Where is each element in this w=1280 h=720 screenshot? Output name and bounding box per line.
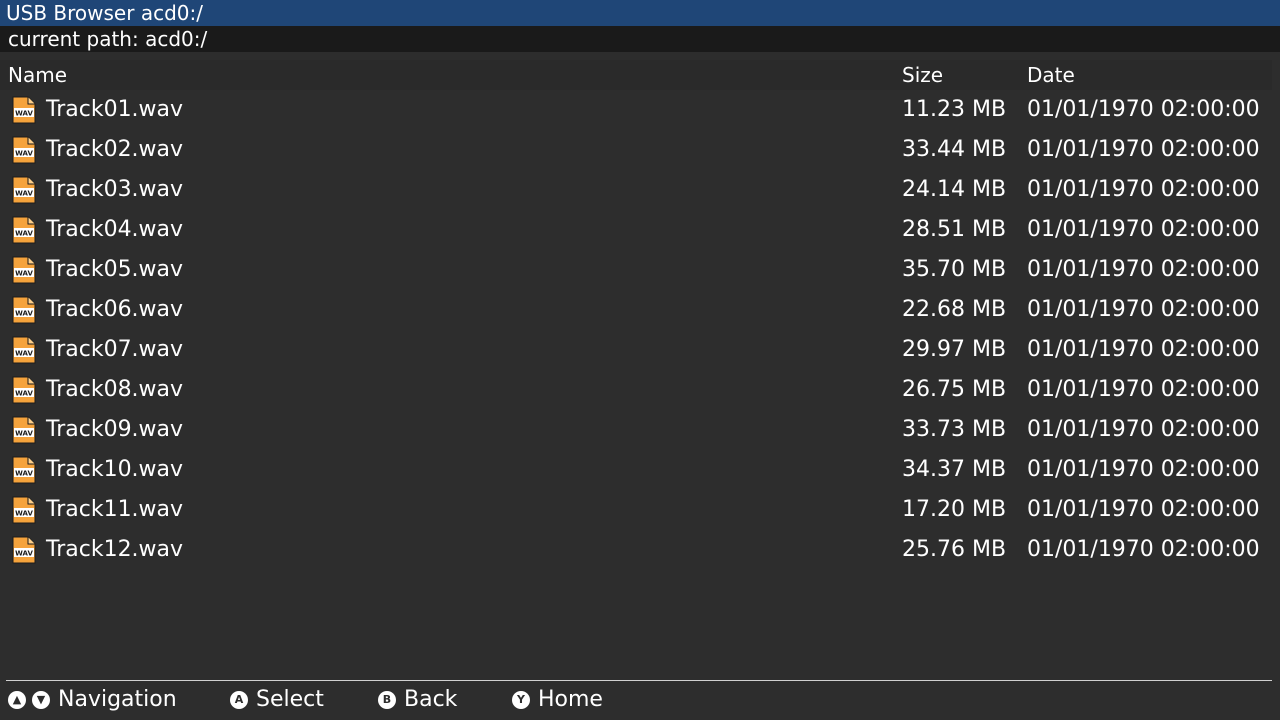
usb-browser-window: USB Browser acd0:/ current path: acd0:/ … [0,0,1280,720]
wav-file-icon: WAV [11,336,37,364]
file-row[interactable]: WAV Track04.wav 28.51 MB 01/01/1970 02:00:0… [0,210,1280,250]
hint-back[interactable]: B Back [378,683,457,717]
file-name: Track09.wav [46,417,184,442]
wav-file-icon: WAV [11,216,37,244]
column-header-name[interactable]: Name [8,60,67,90]
file-size: 33.44 MB [902,137,1007,162]
svg-text:WAV: WAV [15,390,33,398]
footer-divider [6,680,1272,681]
svg-text:WAV: WAV [15,470,33,478]
wav-file-icon: WAV [11,496,37,524]
file-row[interactable]: WAV Track12.wav 25.76 MB 01/01/1970 02:00:0… [0,530,1280,570]
dpad-up-icon: ▲ [8,691,26,709]
window-title: USB Browser acd0:/ [0,0,1280,26]
file-name: Track06.wav [46,297,184,322]
column-header-size[interactable]: Size [902,60,943,90]
file-date: 01/01/1970 02:00:00 [1027,537,1260,562]
svg-text:WAV: WAV [15,350,33,358]
hint-home-label: Home [538,687,603,712]
file-row[interactable]: WAV Track02.wav 33.44 MB 01/01/1970 02:00:0… [0,130,1280,170]
file-date: 01/01/1970 02:00:00 [1027,177,1260,202]
file-size: 33.73 MB [902,417,1007,442]
file-size: 26.75 MB [902,377,1007,402]
file-size: 11.23 MB [902,97,1007,122]
svg-text:WAV: WAV [15,510,33,518]
table-header: Name Size Date [0,60,1272,90]
file-name: Track08.wav [46,377,184,402]
wav-file-icon: WAV [11,296,37,324]
file-size: 34.37 MB [902,457,1007,482]
wav-file-icon: WAV [11,136,37,164]
file-row[interactable]: WAV Track10.wav 34.37 MB 01/01/1970 02:00:0… [0,450,1280,490]
file-size: 28.51 MB [902,217,1007,242]
file-row[interactable]: WAV Track05.wav 35.70 MB 01/01/1970 02:00:0… [0,250,1280,290]
wav-file-icon: WAV [11,536,37,564]
hint-home[interactable]: Y Home [512,683,603,717]
file-date: 01/01/1970 02:00:00 [1027,217,1260,242]
file-date: 01/01/1970 02:00:00 [1027,417,1260,442]
file-size: 25.76 MB [902,537,1007,562]
file-size: 29.97 MB [902,337,1007,362]
wav-file-icon: WAV [11,96,37,124]
wav-file-icon: WAV [11,416,37,444]
file-name: Track11.wav [46,497,184,522]
file-date: 01/01/1970 02:00:00 [1027,337,1260,362]
file-row[interactable]: WAV Track01.wav 11.23 MB 01/01/1970 02:00:0… [0,90,1280,130]
hint-back-label: Back [404,687,458,712]
wav-file-icon: WAV [11,456,37,484]
file-row[interactable]: WAV Track03.wav 24.14 MB 01/01/1970 02:00:0… [0,170,1280,210]
current-path: current path: acd0:/ [0,26,1280,52]
svg-text:WAV: WAV [15,230,33,238]
file-row[interactable]: WAV Track06.wav 22.68 MB 01/01/1970 02:00:0… [0,290,1280,330]
file-name: Track01.wav [46,97,184,122]
svg-text:WAV: WAV [15,110,33,118]
svg-text:WAV: WAV [15,270,33,278]
b-button-icon: B [378,691,396,709]
file-size: 22.68 MB [902,297,1007,322]
file-date: 01/01/1970 02:00:00 [1027,137,1260,162]
file-size: 17.20 MB [902,497,1007,522]
file-date: 01/01/1970 02:00:00 [1027,297,1260,322]
wav-file-icon: WAV [11,376,37,404]
file-row[interactable]: WAV Track11.wav 17.20 MB 01/01/1970 02:00:0… [0,490,1280,530]
file-row[interactable]: WAV Track08.wav 26.75 MB 01/01/1970 02:00:0… [0,370,1280,410]
file-name: Track03.wav [46,177,184,202]
file-date: 01/01/1970 02:00:00 [1027,497,1260,522]
file-size: 24.14 MB [902,177,1007,202]
file-row[interactable]: WAV Track07.wav 29.97 MB 01/01/1970 02:00:0… [0,330,1280,370]
button-hints-bar: ▲ ▼ Navigation A Select B Back Y Home [0,683,1280,717]
hint-navigation-label: Navigation [58,687,177,712]
wav-file-icon: WAV [11,176,37,204]
svg-text:WAV: WAV [15,430,33,438]
file-name: Track04.wav [46,217,184,242]
svg-text:WAV: WAV [15,150,33,158]
a-button-icon: A [230,691,248,709]
dpad-down-icon: ▼ [32,691,50,709]
file-list: WAV Track01.wav 11.23 MB 01/01/1970 02:00:0… [0,90,1280,570]
file-name: Track05.wav [46,257,184,282]
file-size: 35.70 MB [902,257,1007,282]
hint-select[interactable]: A Select [230,683,324,717]
column-header-date[interactable]: Date [1027,60,1075,90]
file-date: 01/01/1970 02:00:00 [1027,377,1260,402]
svg-text:WAV: WAV [15,310,33,318]
file-name: Track02.wav [46,137,184,162]
file-name: Track10.wav [46,457,184,482]
svg-text:WAV: WAV [15,550,33,558]
file-date: 01/01/1970 02:00:00 [1027,257,1260,282]
y-button-icon: Y [512,691,530,709]
file-date: 01/01/1970 02:00:00 [1027,457,1260,482]
file-row[interactable]: WAV Track09.wav 33.73 MB 01/01/1970 02:00:0… [0,410,1280,450]
file-date: 01/01/1970 02:00:00 [1027,97,1260,122]
wav-file-icon: WAV [11,256,37,284]
file-name: Track07.wav [46,337,184,362]
hint-select-label: Select [256,687,324,712]
hint-navigation: ▲ ▼ Navigation [8,683,177,717]
svg-text:WAV: WAV [15,190,33,198]
file-name: Track12.wav [46,537,184,562]
